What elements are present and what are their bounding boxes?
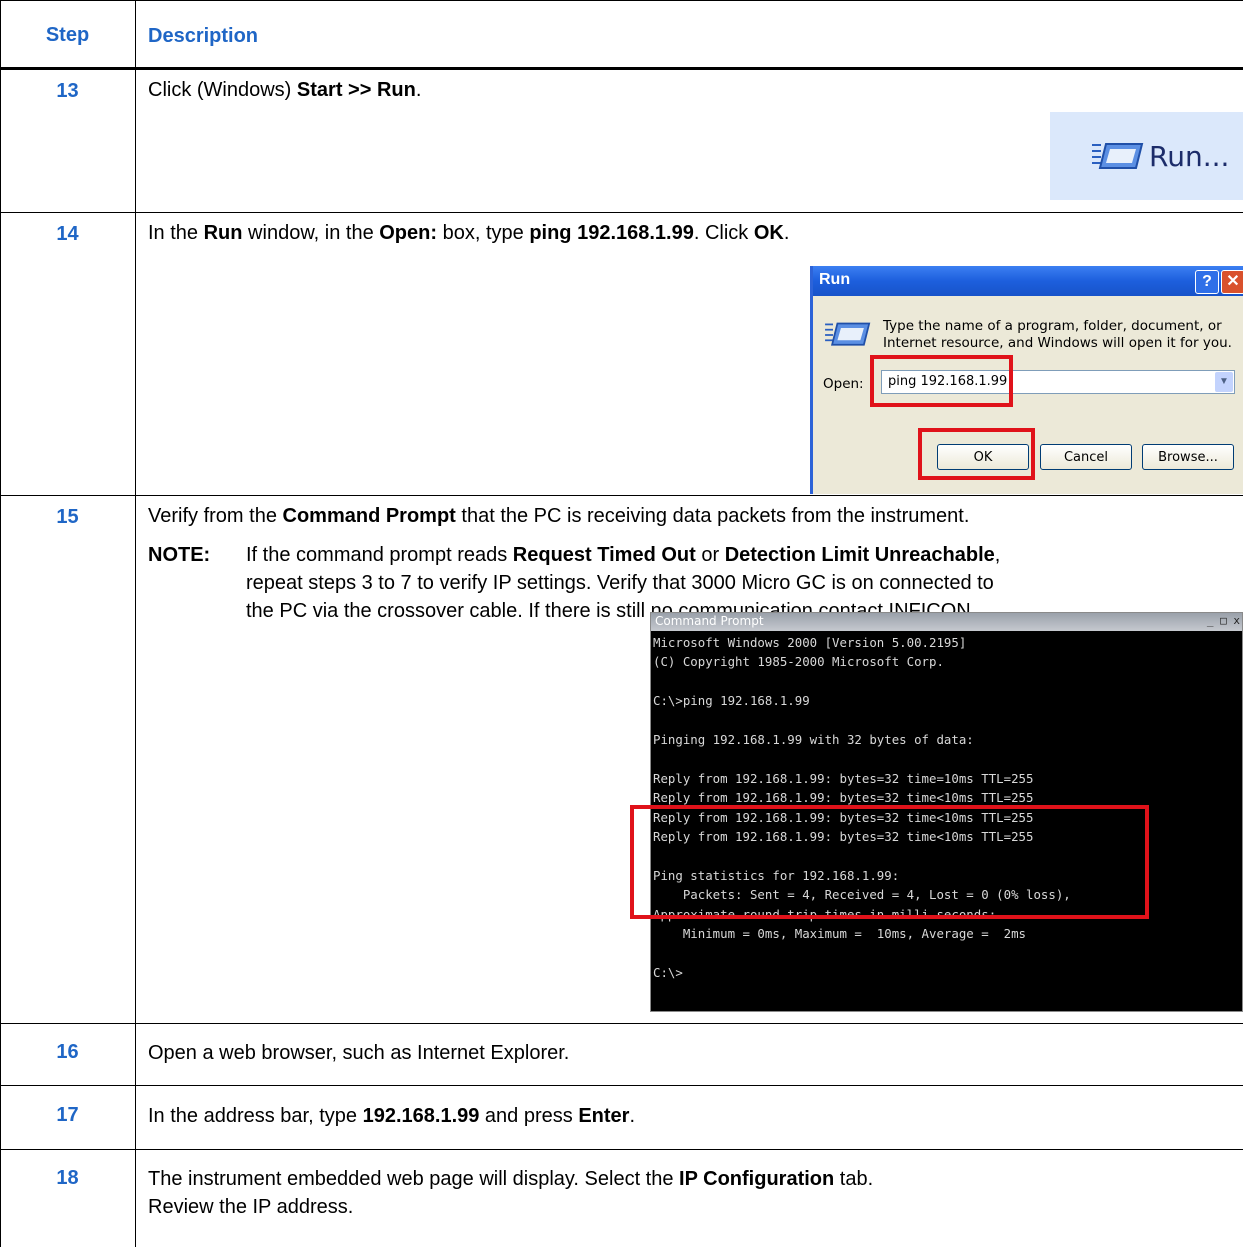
step-number: 16 <box>56 1041 79 1063</box>
step-number: 18 <box>56 1167 79 1189</box>
step-text-line-2: Review the IP address. <box>148 1196 354 1218</box>
step-row-16: 16 Open a web browser, such as Internet … <box>0 1024 1243 1086</box>
step-text: Open a web browser, such as Internet Exp… <box>148 1042 570 1064</box>
note-label: NOTE: <box>148 544 211 566</box>
start-menu-run-item[interactable]: Run... <box>1050 112 1243 200</box>
run-icon <box>1092 143 1144 169</box>
browse-button[interactable]: Browse... <box>1142 444 1234 470</box>
highlight-open-field <box>870 355 1013 407</box>
window-controls[interactable]: _ □ x <box>1207 614 1240 627</box>
step-text: Verify from the Command Prompt that the … <box>148 505 970 527</box>
step-text: The instrument embedded web page will di… <box>148 1168 874 1190</box>
step-number: 14 <box>56 223 79 245</box>
step-text: In the Run window, in the Open: box, typ… <box>148 222 790 244</box>
run-dialog-titlebar: Run ? ✕ <box>813 266 1243 296</box>
run-icon <box>825 322 871 346</box>
header-description: Description <box>148 25 259 47</box>
step-number: 17 <box>56 1104 79 1126</box>
highlight-ok-button <box>918 428 1035 480</box>
help-button[interactable]: ? <box>1195 270 1219 294</box>
step-text: Click (Windows) Start >> Run. <box>148 79 422 101</box>
table-header: Step Description <box>0 0 1243 70</box>
run-dialog-prompt: Type the name of a program, folder, docu… <box>883 318 1232 351</box>
open-label: Open: <box>823 376 864 392</box>
command-prompt-title: Command Prompt <box>655 614 764 628</box>
note-line-1: If the command prompt reads Request Time… <box>246 544 1001 566</box>
header-step: Step <box>45 24 90 46</box>
cancel-button[interactable]: Cancel <box>1040 444 1132 470</box>
step-number: 13 <box>56 80 79 102</box>
run-dialog-title: Run <box>819 271 851 288</box>
note-line-2: repeat steps 3 to 7 to verify IP setting… <box>246 572 994 594</box>
chevron-down-icon[interactable]: ▼ <box>1215 372 1233 392</box>
run-item-label: Run... <box>1149 140 1230 173</box>
close-button[interactable]: ✕ <box>1221 270 1243 294</box>
command-prompt-titlebar: Command Prompt _ □ x <box>651 613 1242 631</box>
step-text: In the address bar, type 192.168.1.99 an… <box>148 1105 636 1127</box>
step-number: 15 <box>56 506 79 528</box>
highlight-reply-lines <box>630 805 1149 919</box>
step-row-18: 18 The instrument embedded web page will… <box>0 1150 1243 1247</box>
step-row-17: 17 In the address bar, type 192.168.1.99… <box>0 1086 1243 1150</box>
